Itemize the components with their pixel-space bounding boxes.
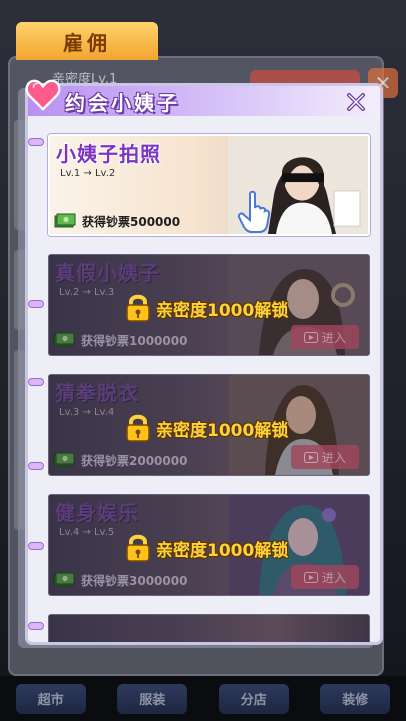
video-icon [303, 331, 318, 343]
lock-icon [126, 534, 150, 562]
hand-pointer-icon [237, 190, 271, 233]
cash-icon [53, 572, 75, 587]
date-card-photo[interactable]: 小姨子拍照 Lv.1 → Lv.2 获得钞票500000 [48, 134, 370, 236]
heart-icon [25, 79, 61, 111]
date-card-level: Lv.3 → Lv.4 [59, 407, 115, 418]
date-list[interactable]: 小姨子拍照 Lv.1 → Lv.2 获得钞票500000 真假小姨子 Lv.2 … [28, 116, 380, 642]
date-card-level: Lv.2 → Lv.3 [59, 287, 115, 298]
modal-title: 约会小姨子 [65, 91, 180, 115]
date-card-title: 小姨子拍照 [56, 142, 161, 166]
date-card-next[interactable] [48, 614, 370, 642]
unlock-requirement: 亲密度1000解锁 [156, 540, 289, 561]
timeline-dot [28, 378, 44, 386]
modal-header: 约会小姨子 [25, 79, 380, 116]
nav-clothing[interactable]: 服装 [117, 683, 188, 714]
timeline-dot [28, 462, 44, 470]
timeline-dot [28, 622, 44, 630]
lock-overlay: 亲密度1000解锁 [125, 533, 288, 563]
game-screen: { "background": { "tab_label": "雇佣", "he… [0, 0, 406, 721]
date-card-title: 猜拳脱衣 [55, 381, 139, 405]
lock-overlay: 亲密度1000解锁 [125, 413, 288, 443]
reward-row: 获得钞票3000000 [53, 571, 187, 589]
enter-label: 进入 [321, 330, 346, 345]
reward-row: 获得钞票2000000 [53, 451, 187, 469]
hire-tab[interactable]: 雇佣 [16, 22, 158, 60]
date-card-level: Lv.1 → Lv.2 [60, 168, 116, 179]
bottom-nav: 超市 服装 分店 装修 [0, 676, 406, 721]
date-modal: 约会小姨子 小姨子拍照 Lv.1 → Lv.2 获得钞票500000 真假小姨子… [25, 79, 380, 642]
timeline-dot [28, 542, 44, 550]
reward-row: 获得钞票500000 [54, 212, 180, 230]
timeline-dot [28, 300, 44, 308]
nav-decoration[interactable]: 装修 [320, 683, 391, 714]
close-icon[interactable] [344, 90, 368, 114]
unlock-requirement: 亲密度1000解锁 [156, 300, 289, 321]
enter-label: 进入 [321, 570, 346, 585]
video-icon [303, 571, 318, 583]
lock-overlay: 亲密度1000解锁 [125, 293, 288, 323]
nav-supermarket[interactable]: 超市 [15, 683, 86, 714]
date-card-title: 真假小姨子 [55, 261, 160, 285]
date-card-rock-paper[interactable]: 猜拳脱衣 Lv.3 → Lv.4 亲密度1000解锁 获得钞票2000000 进… [48, 374, 370, 476]
reward-text: 获得钞票2000000 [81, 453, 188, 468]
enter-button[interactable]: 进入 [291, 325, 359, 349]
lock-icon [126, 414, 150, 442]
reward-text: 获得钞票1000000 [81, 333, 188, 348]
reward-text: 获得钞票500000 [82, 214, 181, 229]
timeline-dot [28, 138, 44, 146]
enter-button[interactable]: 进入 [291, 565, 359, 589]
unlock-requirement: 亲密度1000解锁 [156, 420, 289, 441]
date-card-title: 健身娱乐 [55, 501, 139, 525]
reward-row: 获得钞票1000000 [53, 331, 187, 349]
enter-button[interactable]: 进入 [291, 445, 359, 469]
date-card-real-fake[interactable]: 真假小姨子 Lv.2 → Lv.3 亲密度1000解锁 获得钞票1000000 … [48, 254, 370, 356]
video-icon [303, 451, 318, 463]
lock-icon [126, 294, 150, 322]
date-card-fitness[interactable]: 健身娱乐 Lv.4 → Lv.5 亲密度1000解锁 获得钞票3000000 进… [48, 494, 370, 596]
enter-label: 进入 [321, 450, 346, 465]
cash-icon [54, 213, 76, 228]
cash-icon [53, 452, 75, 467]
nav-branch[interactable]: 分店 [218, 683, 289, 714]
date-card-level: Lv.4 → Lv.5 [59, 527, 115, 538]
reward-text: 获得钞票3000000 [81, 573, 188, 588]
cash-icon [53, 332, 75, 347]
